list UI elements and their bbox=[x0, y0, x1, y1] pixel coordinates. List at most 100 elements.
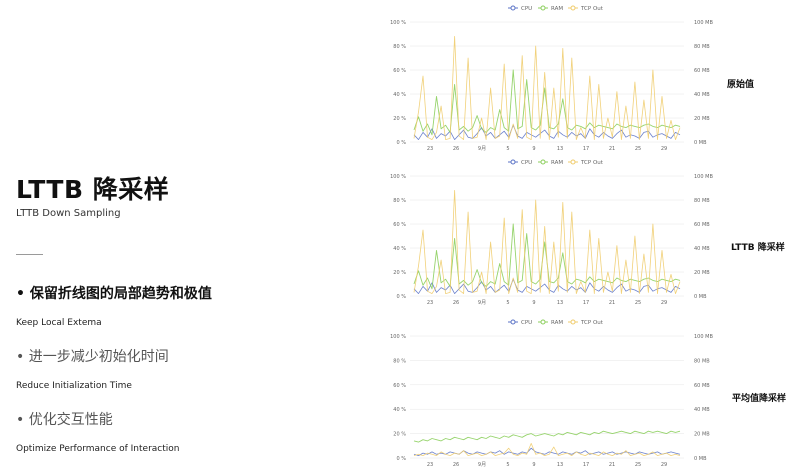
y-right-tick: 20 MB bbox=[694, 432, 710, 438]
legend-marker-tcp-out bbox=[570, 159, 576, 165]
slide-subtitle: LTTB Down Sampling bbox=[16, 208, 121, 219]
legend-label-ram: RAM bbox=[551, 160, 563, 166]
y-right-tick: 60 MB bbox=[694, 383, 710, 389]
legend-marker-ram bbox=[540, 159, 546, 165]
legend-marker-ram bbox=[540, 5, 546, 11]
x-tick: 29 bbox=[661, 300, 667, 306]
y-right-tick: 40 MB bbox=[694, 407, 710, 413]
y-right-tick: 100 MB bbox=[694, 174, 713, 180]
row-label-average: 平均值降采样 bbox=[732, 394, 787, 404]
row-label-raw: 原始值 bbox=[727, 80, 755, 90]
y-right-tick: 100 MB bbox=[694, 334, 713, 340]
x-tick: 25 bbox=[635, 300, 641, 306]
y-right-tick: 20 MB bbox=[694, 270, 710, 276]
y-right-tick: 40 MB bbox=[694, 246, 710, 252]
x-tick: 29 bbox=[661, 462, 667, 468]
y-left-tick: 20 % bbox=[393, 116, 406, 122]
x-tick: 21 bbox=[609, 300, 615, 306]
legend-label-ram: RAM bbox=[551, 320, 563, 326]
x-tick: 26 bbox=[453, 462, 459, 468]
legend-label-ram: RAM bbox=[551, 6, 563, 12]
y-left-tick: 0 % bbox=[396, 140, 406, 146]
y-right-tick: 0 MB bbox=[694, 456, 707, 462]
legend-label-tcp-out: TCP Out bbox=[580, 6, 604, 12]
y-right-tick: 0 MB bbox=[694, 140, 707, 146]
y-right-tick: 0 MB bbox=[694, 294, 707, 300]
y-left-tick: 40 % bbox=[393, 407, 406, 413]
x-tick: 5 bbox=[506, 146, 509, 152]
y-right-tick: 40 MB bbox=[694, 92, 710, 98]
chart-average: CPU RAM TCP Out 100 % 100 MB 80 % 80 MB 60 % 60 … bbox=[358, 316, 720, 468]
y-left-tick: 0 % bbox=[396, 294, 406, 300]
bullet-reduce-init-en: Reduce Initialization Time bbox=[16, 381, 132, 391]
legend-label-cpu: CPU bbox=[521, 160, 532, 166]
y-right-tick: 80 MB bbox=[694, 44, 710, 50]
y-right-tick: 100 MB bbox=[694, 20, 713, 26]
x-tick: 21 bbox=[609, 462, 615, 468]
series-line-ram bbox=[413, 430, 681, 443]
y-left-tick: 100 % bbox=[390, 334, 406, 340]
x-tick: 9月 bbox=[478, 300, 486, 306]
chart-lttb: CPU RAM TCP Out 100 % 100 MB 80 % 80 MB 60 % 60 … bbox=[358, 156, 720, 306]
y-right-tick: 60 MB bbox=[694, 222, 710, 228]
x-tick: 21 bbox=[609, 146, 615, 152]
slide-title: LTTB 降采样 bbox=[16, 175, 170, 204]
y-left-tick: 40 % bbox=[393, 246, 406, 252]
x-tick: 23 bbox=[427, 300, 433, 306]
series-line-cpu bbox=[413, 447, 681, 457]
bullet-optimize-en: Optimize Performance of Interaction bbox=[16, 444, 180, 454]
x-tick: 13 bbox=[557, 300, 563, 306]
legend-marker-tcp-out bbox=[570, 5, 576, 11]
divider bbox=[16, 254, 43, 255]
y-left-tick: 20 % bbox=[393, 432, 406, 438]
bullet-optimize: • 优化交互性能 bbox=[16, 412, 113, 428]
x-tick: 9 bbox=[532, 146, 535, 152]
legend-marker-cpu bbox=[510, 159, 516, 165]
x-tick: 5 bbox=[506, 300, 509, 306]
x-tick: 26 bbox=[453, 300, 459, 306]
y-right-tick: 80 MB bbox=[694, 198, 710, 204]
y-left-tick: 60 % bbox=[393, 68, 406, 74]
x-tick: 29 bbox=[661, 146, 667, 152]
x-tick: 26 bbox=[453, 146, 459, 152]
x-tick: 5 bbox=[506, 462, 509, 468]
legend-marker-cpu bbox=[510, 5, 516, 11]
x-tick: 17 bbox=[583, 462, 589, 468]
y-left-tick: 20 % bbox=[393, 270, 406, 276]
x-tick: 9月 bbox=[478, 146, 486, 152]
y-right-tick: 20 MB bbox=[694, 116, 710, 122]
bullet-keep-trends-en: Keep Local Extema bbox=[16, 318, 102, 328]
y-left-tick: 100 % bbox=[390, 20, 406, 26]
row-label-lttb: LTTB 降采样 bbox=[731, 243, 785, 253]
x-tick: 9月 bbox=[478, 462, 486, 468]
chart-raw: CPU RAM TCP Out 100 % 100 MB 80 % 80 MB 60 % 60 … bbox=[358, 2, 720, 152]
x-tick: 9 bbox=[532, 300, 535, 306]
x-tick: 23 bbox=[427, 146, 433, 152]
legend-label-tcp-out: TCP Out bbox=[580, 320, 604, 326]
y-left-tick: 80 % bbox=[393, 44, 406, 50]
x-tick: 9 bbox=[532, 462, 535, 468]
y-right-tick: 60 MB bbox=[694, 68, 710, 74]
legend-label-cpu: CPU bbox=[521, 6, 532, 12]
chart-lttb-svg: CPU RAM TCP Out 100 % 100 MB 80 % 80 MB 60 % 60 … bbox=[390, 159, 713, 306]
y-right-tick: 80 MB bbox=[694, 358, 710, 364]
x-tick: 25 bbox=[635, 146, 641, 152]
y-left-tick: 80 % bbox=[393, 198, 406, 204]
x-tick: 17 bbox=[583, 300, 589, 306]
legend-marker-tcp-out bbox=[570, 319, 576, 325]
x-tick: 13 bbox=[557, 462, 563, 468]
legend-label-tcp-out: TCP Out bbox=[580, 160, 604, 166]
x-tick: 13 bbox=[557, 146, 563, 152]
legend-label-cpu: CPU bbox=[521, 320, 532, 326]
x-tick: 17 bbox=[583, 146, 589, 152]
legend-marker-ram bbox=[540, 319, 546, 325]
bullet-reduce-init: • 进一步减少初始化时间 bbox=[16, 349, 169, 365]
chart-average-svg: CPU RAM TCP Out 100 % 100 MB 80 % 80 MB 60 % 60 … bbox=[390, 319, 713, 468]
bullet-keep-trends: • 保留折线图的局部趋势和极值 bbox=[16, 286, 212, 302]
y-left-tick: 80 % bbox=[393, 358, 406, 364]
y-left-tick: 0 % bbox=[396, 456, 406, 462]
x-tick: 23 bbox=[427, 462, 433, 468]
y-left-tick: 100 % bbox=[390, 174, 406, 180]
series-line-tcp-out bbox=[413, 443, 681, 457]
x-tick: 25 bbox=[635, 462, 641, 468]
